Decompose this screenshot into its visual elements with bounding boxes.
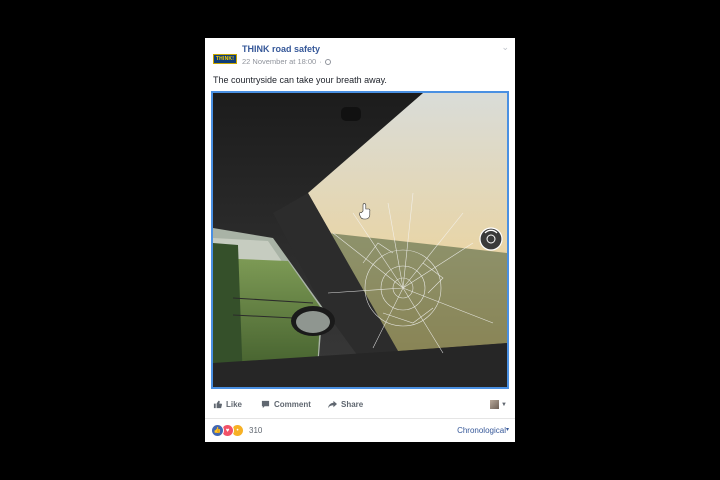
video-360-dial-icon[interactable] bbox=[479, 227, 503, 251]
facebook-post-card: THINK! THINK road safety 22 November at … bbox=[205, 38, 515, 442]
post-header: THINK! THINK road safety 22 November at … bbox=[205, 38, 515, 74]
comment-icon bbox=[261, 400, 270, 409]
comment-sort-dropdown[interactable]: Chronological▾ bbox=[457, 426, 509, 435]
page-avatar[interactable]: THINK! bbox=[212, 46, 238, 72]
action-bar: Like Comment Share ▼ bbox=[205, 396, 515, 419]
globe-icon bbox=[324, 58, 331, 65]
post-text: The countryside can take your breath awa… bbox=[213, 75, 387, 85]
page-name-link[interactable]: THINK road safety bbox=[242, 44, 320, 54]
think-logo: THINK! bbox=[213, 54, 237, 64]
caret-down-icon: ▼ bbox=[501, 401, 507, 408]
like-button[interactable]: Like bbox=[213, 400, 242, 409]
profile-thumbnail bbox=[490, 400, 500, 409]
share-label: Share bbox=[341, 400, 364, 409]
sort-label: Chronological bbox=[457, 426, 506, 435]
thumbs-up-icon bbox=[213, 400, 222, 409]
video-frame bbox=[213, 93, 507, 387]
post-video[interactable] bbox=[211, 91, 509, 389]
chevron-down-icon[interactable]: ⌄ bbox=[501, 42, 509, 53]
comment-button[interactable]: Comment bbox=[261, 400, 311, 409]
like-label: Like bbox=[226, 400, 243, 409]
share-as-selector[interactable]: ▼ bbox=[490, 400, 507, 409]
like-reaction-icon: 👍 bbox=[211, 424, 224, 437]
meta-separator: · bbox=[319, 57, 322, 66]
comment-label: Comment bbox=[274, 400, 311, 409]
share-arrow-icon bbox=[328, 400, 337, 409]
share-button[interactable]: Share bbox=[328, 400, 363, 409]
post-meta: 22 November at 18:00 · bbox=[242, 57, 331, 66]
reaction-summary[interactable]: 👍 ♥ • 310 bbox=[211, 424, 262, 437]
reactions-bar: 👍 ♥ • 310 Chronological▾ bbox=[205, 419, 515, 442]
post-timestamp[interactable]: 22 November at 18:00 bbox=[242, 57, 316, 66]
sort-caret-icon: ▾ bbox=[505, 427, 509, 433]
reaction-count[interactable]: 310 bbox=[249, 426, 262, 435]
